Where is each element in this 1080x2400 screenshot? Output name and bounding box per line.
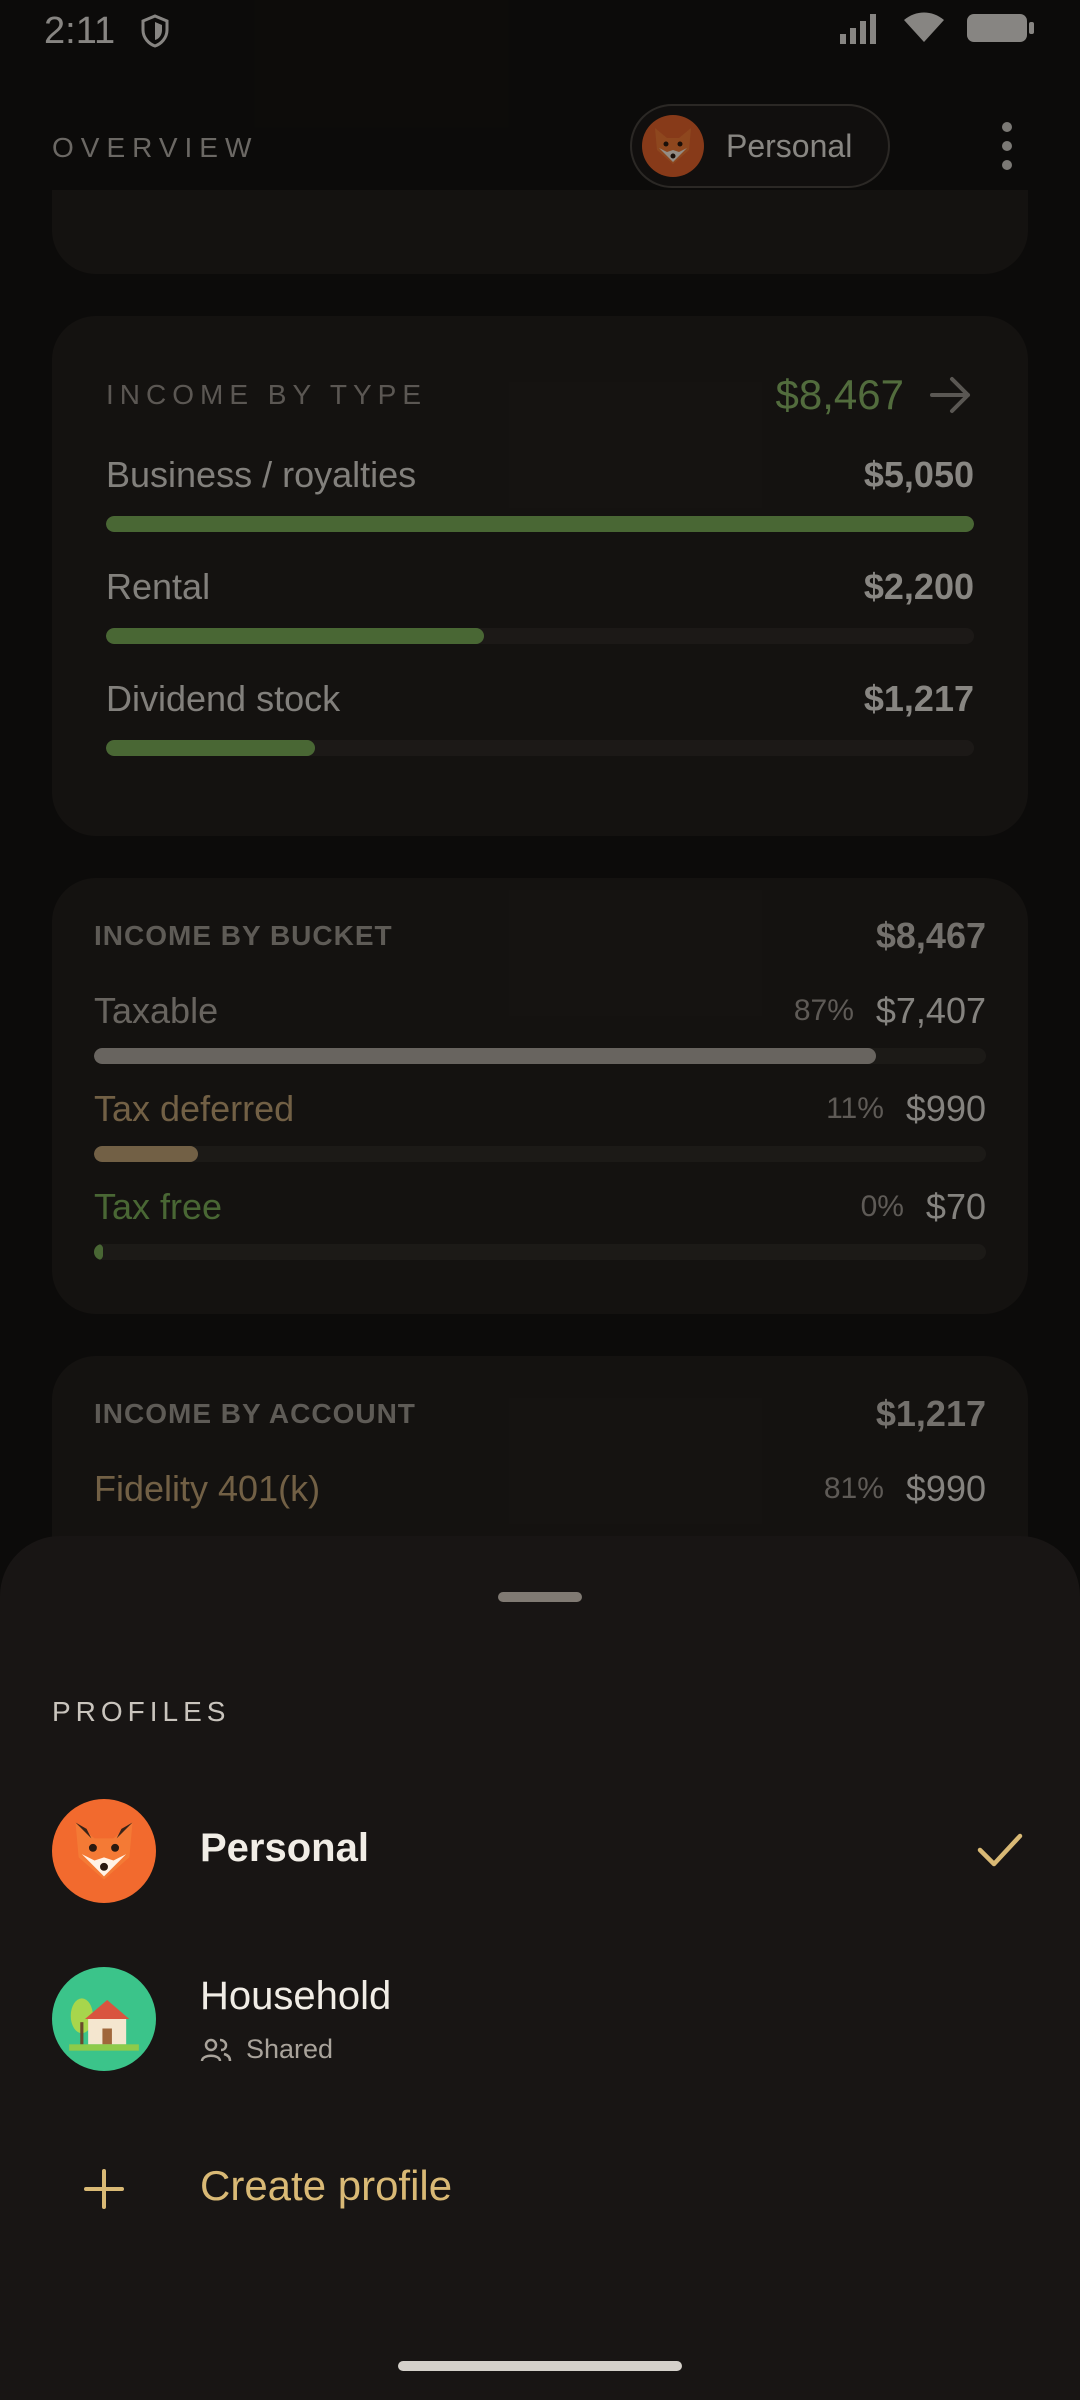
shared-indicator: Shared xyxy=(200,2034,333,2065)
check-icon xyxy=(977,1833,1023,1867)
profile-item-personal[interactable]: Personal xyxy=(0,1776,1080,1926)
profile-name: Household xyxy=(200,1974,392,2018)
home-indicator[interactable] xyxy=(398,2361,682,2371)
sheet-drag-handle[interactable] xyxy=(498,1592,582,1602)
create-profile-button[interactable]: Create profile xyxy=(0,2134,1080,2244)
plus-icon xyxy=(84,2169,124,2209)
shared-label: Shared xyxy=(246,2034,334,2064)
profiles-sheet-title: PROFILES xyxy=(52,1696,231,1727)
house-icon xyxy=(52,1967,156,2071)
profile-item-household[interactable]: Household Shared xyxy=(0,1944,1080,2094)
create-profile-label: Create profile xyxy=(200,2162,453,2209)
fox-icon xyxy=(52,1799,156,1903)
people-icon xyxy=(200,2038,232,2061)
profile-name: Personal xyxy=(200,1826,369,1870)
